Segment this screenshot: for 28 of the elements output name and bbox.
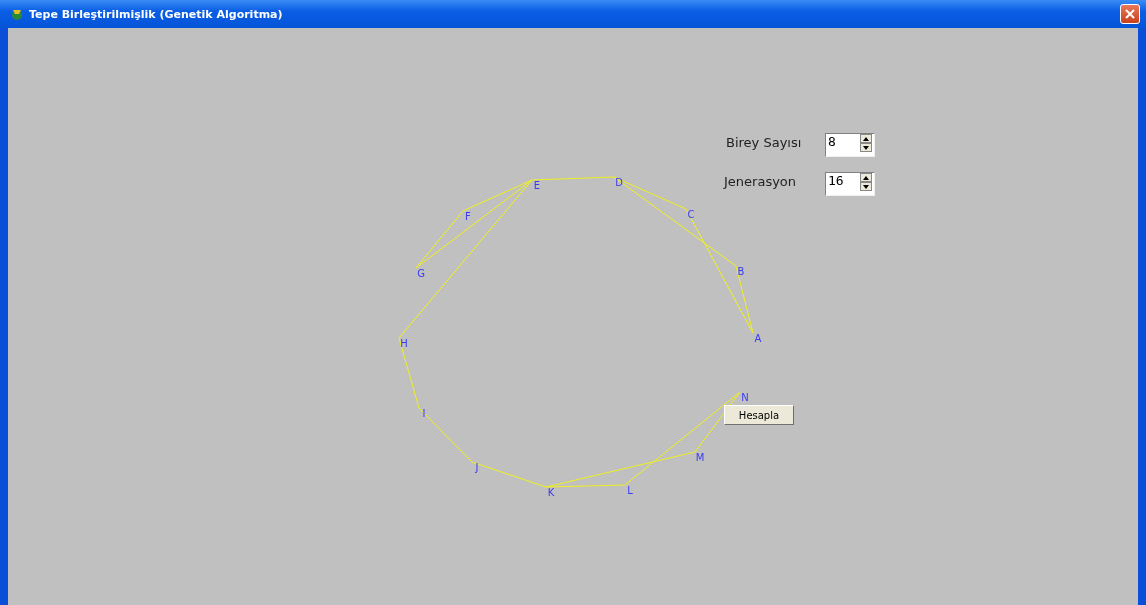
calculate-button[interactable]: Hesapla [724, 405, 794, 425]
close-button[interactable] [1120, 4, 1140, 24]
node-label: E [533, 181, 541, 191]
field-label: Jenerasyon [724, 174, 797, 189]
node-label: A [754, 334, 762, 344]
spin-down-button[interactable] [860, 182, 872, 191]
node-label: F [465, 212, 471, 222]
spin-down-button[interactable] [860, 143, 872, 152]
node-label: C [687, 210, 695, 220]
node-label: B [737, 267, 745, 277]
spin-up-button[interactable] [860, 173, 872, 182]
node-label: H [400, 339, 408, 349]
down-icon [863, 184, 869, 189]
up-icon [863, 175, 869, 180]
app-icon [10, 7, 24, 21]
node-label: L [627, 486, 633, 496]
down-icon [863, 145, 869, 150]
field-label: Birey Sayısı [726, 135, 802, 150]
node-label: N [741, 393, 749, 403]
node-label: K [547, 488, 555, 498]
node-label: G [417, 269, 425, 279]
node-label: J [475, 463, 479, 473]
node-label: I [422, 409, 426, 419]
node-label: M [695, 453, 705, 463]
window-title: Tepe Birleştirilmişlik (Genetik Algoritma) [29, 7, 284, 21]
spin-up-button[interactable] [860, 134, 872, 143]
up-icon [863, 136, 869, 141]
close-icon [1125, 9, 1135, 19]
